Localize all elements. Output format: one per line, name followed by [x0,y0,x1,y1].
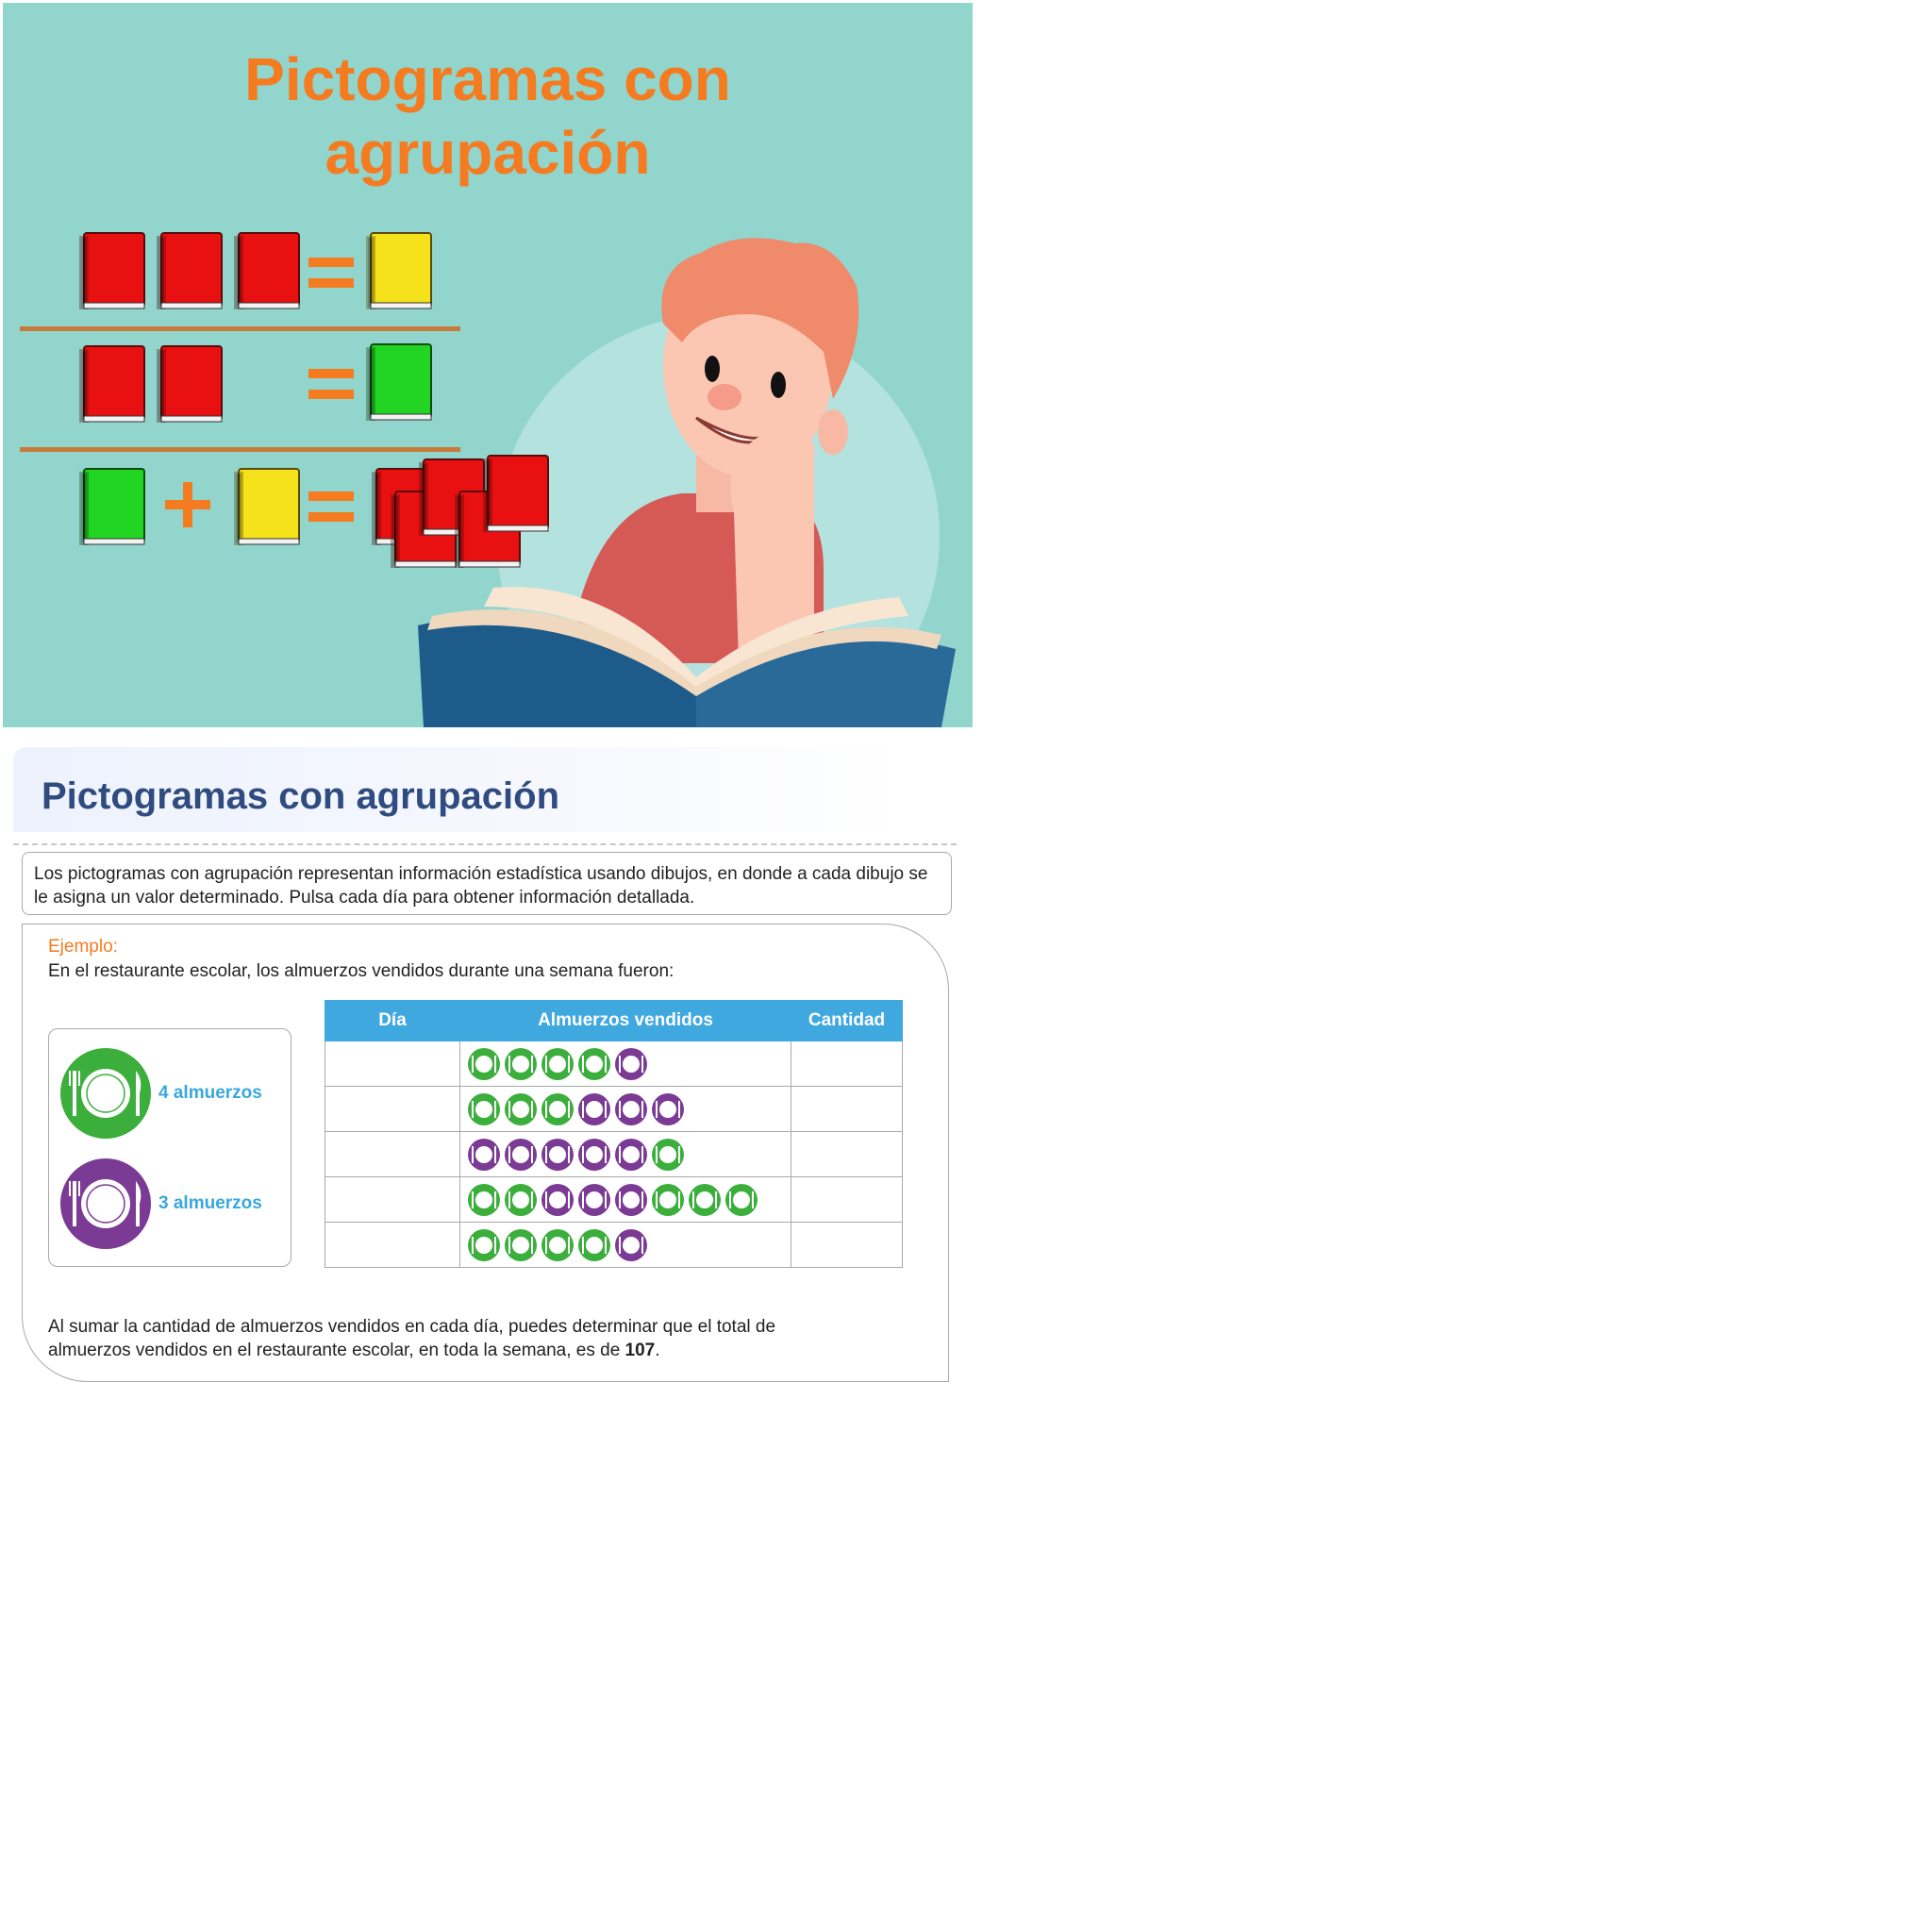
plate-cutlery-icon [652,1092,684,1125]
plus-sign [165,482,210,527]
table-row[interactable] [325,1131,903,1177]
example-text: En el restaurante escolar, los almuerzos… [48,961,675,981]
plate-cutlery-icon [615,1047,647,1080]
plate-cutlery-icon [725,1183,758,1216]
plate-cutlery-icon [615,1092,647,1125]
plate-cutlery-icon [505,1047,537,1080]
table-row[interactable] [325,1222,903,1268]
equals-sign-1 [308,258,354,288]
plate-cutlery-icon [468,1047,500,1080]
table-row[interactable] [325,1086,903,1132]
boy-left-eye [705,356,720,382]
conclusion-body: Al sumar la cantidad de almuerzos vendid… [48,1317,776,1360]
plate-cutlery-icon [615,1228,647,1261]
conclusion-end: . [655,1341,660,1360]
cantidad-cell [791,1131,903,1177]
plate-cutlery-icon [578,1138,610,1171]
icons-cell [459,1131,791,1177]
header-cantidad: Cantidad [791,1000,903,1041]
plate-cutlery-icon [578,1092,610,1125]
cantidad-cell [791,1222,903,1268]
plate-cutlery-icon [689,1183,721,1216]
table-row[interactable] [325,1176,903,1223]
cantidad-cell [791,1176,903,1223]
plate-cutlery-icon [541,1092,574,1125]
boy-right-eye [771,372,786,398]
pictogram-table: Día Almuerzos vendidos Cantidad [325,1000,903,1268]
hero-title-line-2: agrupación [325,119,651,187]
table-row[interactable] [325,1041,903,1087]
equals-sign-2 [308,369,354,399]
plate-cutlery-icon [505,1092,537,1125]
yellow-book-2 [234,468,300,545]
plate-cutlery-icon [541,1138,574,1171]
plate-cutlery-icon [468,1092,500,1125]
plate-cutlery-icon [468,1228,500,1261]
plate-cutlery-icon [541,1183,574,1216]
legend-box: 4 almuerzos 3 almuerzos [48,1028,291,1267]
hero-title: Pictogramas con agrupación [3,42,973,190]
example-label: Ejemplo: [48,937,118,957]
plate-cutlery-icon [541,1228,574,1261]
plate-cutlery-icon [60,1048,151,1139]
day-cell[interactable] [325,1222,460,1268]
intro-text: Los pictogramas con agrupación represent… [22,852,952,915]
green-book-2 [79,468,145,545]
legend-icons [60,1048,151,1249]
plate-cutlery-icon [652,1138,684,1171]
row-1-red-books [79,232,300,309]
divider-2 [20,447,460,452]
cantidad-cell [791,1041,903,1087]
yellow-book-1 [366,232,432,309]
equals-sign-3 [308,491,354,522]
conclusion-text: Al sumar la cantidad de almuerzos vendid… [48,1315,859,1362]
hero-banner: Pictogramas con agrupación [3,3,973,727]
plate-cutlery-icon [505,1138,537,1171]
cantidad-cell [791,1086,903,1132]
icons-cell [459,1176,791,1223]
hero-title-line-1: Pictogramas con [244,45,731,113]
row-2-red-books [79,345,223,423]
divider-1 [20,326,460,331]
table-header-row: Día Almuerzos vendidos Cantidad [325,1000,903,1041]
icons-cell [459,1222,791,1268]
plate-cutlery-icon [578,1228,610,1261]
boy-ear [818,409,848,455]
green-book-1 [366,343,432,421]
boy-nose [708,384,741,410]
day-cell[interactable] [325,1176,460,1223]
header-dia: Día [325,1000,460,1041]
icons-cell [459,1041,791,1087]
section-title: Pictogramas con agrupación [42,775,560,817]
header-almuerzos: Almuerzos vendidos [459,1000,791,1041]
day-cell[interactable] [325,1131,460,1177]
plate-cutlery-icon [615,1183,647,1216]
legend-green-label: 4 almuerzos [158,1083,262,1103]
plate-cutlery-icon [652,1183,684,1216]
conclusion-total: 107 [625,1341,656,1360]
plate-cutlery-icon [468,1183,500,1216]
plate-cutlery-icon [578,1183,610,1216]
plate-cutlery-icon [60,1158,151,1249]
legend-purple-label: 3 almuerzos [158,1193,262,1213]
day-cell[interactable] [325,1041,460,1087]
plate-cutlery-icon [505,1183,537,1216]
plate-cutlery-icon [468,1138,500,1171]
plate-cutlery-icon [578,1047,610,1080]
day-cell[interactable] [325,1086,460,1132]
plate-cutlery-icon [541,1047,574,1080]
dashed-divider [13,843,957,845]
plate-cutlery-icon [505,1228,537,1261]
plate-cutlery-icon [615,1138,647,1171]
icons-cell [459,1086,791,1132]
